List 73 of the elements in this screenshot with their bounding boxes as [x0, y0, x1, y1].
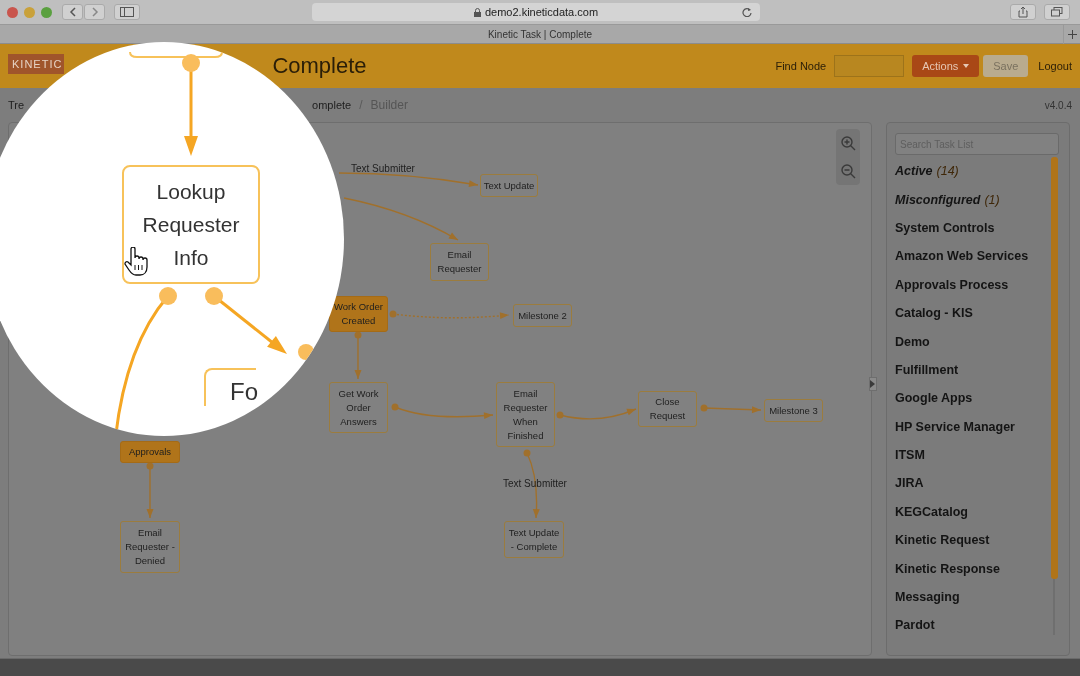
- task-node[interactable]: Text Update: [480, 174, 538, 197]
- address-bar[interactable]: demo2.kineticdata.com: [312, 3, 760, 21]
- task-node[interactable]: Text Update - Complete: [504, 521, 564, 558]
- hand-cursor-icon: [124, 247, 150, 277]
- category-item[interactable]: ITSM: [895, 440, 1061, 470]
- caret-icon: [963, 64, 970, 68]
- task-node[interactable]: Lookup Requester Info: [122, 165, 260, 284]
- filter-item[interactable]: Active: [895, 164, 933, 179]
- sidebar-button[interactable]: [114, 4, 140, 20]
- category-item[interactable]: Pardot: [895, 611, 1061, 640]
- category-item[interactable]: System Controls: [895, 213, 1061, 243]
- version-label: v4.0.4: [1044, 99, 1072, 111]
- browser-tab[interactable]: Kinetic Task | Complete: [487, 28, 593, 40]
- category-item[interactable]: KEGCatalog: [895, 497, 1061, 527]
- logo[interactable]: KINETIC: [8, 54, 65, 74]
- category-item[interactable]: JIRA: [895, 469, 1061, 498]
- reload-icon[interactable]: [742, 7, 752, 17]
- forward-button[interactable]: [84, 4, 105, 20]
- connector-dot: [298, 344, 314, 360]
- connector-arrow: [146, 462, 154, 519]
- category-item[interactable]: Messaging: [895, 582, 1061, 612]
- task-node[interactable]: Email Requester - Denied: [120, 521, 180, 573]
- find-node-field[interactable]: [834, 55, 905, 77]
- sidebar-icon: [120, 7, 134, 17]
- zoom-out-icon[interactable]: [840, 163, 856, 179]
- tabs-icon: [1051, 7, 1063, 17]
- group-node[interactable]: Work Order Created: [329, 296, 388, 332]
- category-item[interactable]: Amazon Web Services: [895, 242, 1061, 271]
- zoom-in-icon[interactable]: [840, 135, 856, 151]
- filter-item[interactable]: Misconfigured: [895, 192, 981, 207]
- chevron-left-icon: [68, 7, 77, 17]
- scrollbar-thumb[interactable]: [1051, 157, 1058, 579]
- task-node[interactable]: Email Requester: [430, 243, 489, 281]
- lock-icon: [473, 7, 481, 17]
- task-node[interactable]: Close Request: [638, 391, 697, 427]
- category-item[interactable]: Fulfillment: [895, 355, 1061, 385]
- task-node[interactable]: Milestone 2: [513, 304, 572, 327]
- chevron-right-icon: [90, 7, 99, 17]
- breadcrumb-link[interactable]: omplete: [312, 99, 352, 111]
- breadcrumb-separator: /: [359, 98, 363, 112]
- plus-icon: [1067, 30, 1077, 39]
- share-button[interactable]: [1010, 4, 1036, 20]
- actions-dropdown[interactable]: Actions: [912, 55, 980, 77]
- category-item[interactable]: Catalog - KIS: [895, 298, 1061, 328]
- connector-arrow: [354, 331, 362, 380]
- zoom-window-button[interactable]: [41, 6, 52, 18]
- category-item[interactable]: HP Service Manager: [895, 412, 1061, 441]
- task-node[interactable]: [129, 51, 223, 58]
- task-node[interactable]: Milestone 3: [764, 399, 823, 422]
- count-label: (1): [984, 192, 1000, 207]
- count-label: (14): [936, 164, 959, 179]
- save-button[interactable]: Save: [983, 55, 1029, 77]
- category-item[interactable]: Kinetic Response: [895, 554, 1061, 583]
- share-icon: [1018, 6, 1028, 18]
- logout-link[interactable]: Logout: [1032, 55, 1072, 77]
- page-title: Complete: [272, 53, 367, 79]
- category-item[interactable]: Kinetic Request: [895, 526, 1061, 555]
- back-button[interactable]: [62, 4, 83, 20]
- task-node[interactable]: Email Requester When Finished: [496, 382, 555, 447]
- expand-panel-button[interactable]: [869, 377, 877, 391]
- breadcrumb-link[interactable]: Tre: [8, 99, 25, 111]
- connector-arrow: [700, 404, 762, 414]
- task-node[interactable]: Get Work Order Answers: [329, 382, 388, 433]
- tabs-button[interactable]: [1044, 4, 1070, 20]
- group-node[interactable]: Approvals: [120, 441, 180, 463]
- close-window-button[interactable]: [7, 6, 18, 18]
- field-label: Find Node: [775, 60, 827, 72]
- category-item[interactable]: Google Apps: [895, 384, 1061, 413]
- connector-label: Text Submitter: [351, 163, 415, 174]
- minimize-window-button[interactable]: [24, 6, 35, 18]
- task-node[interactable]: Fo: [204, 368, 256, 406]
- category-item[interactable]: Approvals Process: [895, 270, 1061, 299]
- category-item[interactable]: Demo: [895, 327, 1061, 356]
